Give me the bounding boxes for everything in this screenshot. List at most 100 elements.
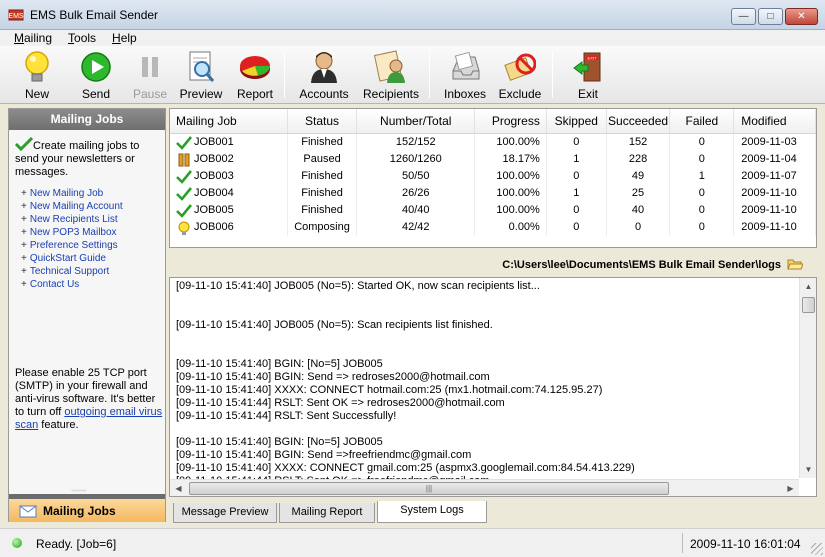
scroll-left-icon[interactable]: ◀ (170, 480, 187, 496)
tab-system-logs[interactable]: System Logs (377, 501, 487, 523)
cell-progress: 100.00% (475, 202, 547, 219)
status-datetime: 2009-11-10 16:01:04 (690, 537, 801, 551)
col-skipped[interactable]: Skipped (547, 109, 607, 133)
link-technical-support[interactable]: + Technical Support (21, 265, 123, 278)
scroll-up-icon[interactable]: ▲ (800, 278, 816, 295)
accounts-button[interactable]: Accounts (297, 48, 351, 102)
link-contact-us[interactable]: + Contact Us (21, 278, 123, 291)
app-logo-icon: EMS (8, 9, 24, 21)
col-status[interactable]: Status (288, 109, 358, 133)
exclude-button[interactable]: Exclude (496, 48, 544, 102)
envelope-icon (19, 505, 37, 517)
table-row[interactable]: JOB003 Finished 50/50 100.00% 0 49 1 2009-11-07 (170, 168, 816, 185)
cell-modified: 2009-11-10 (734, 202, 816, 219)
exit-door-icon: EXIT (571, 50, 605, 84)
link-new-mailing-account[interactable]: + New Mailing Account (21, 200, 123, 213)
panel-links: + New Mailing Job + New Mailing Account + N… (21, 187, 123, 291)
col-mailing-job[interactable]: Mailing Job (170, 109, 288, 133)
cell-progress: 100.00% (475, 168, 547, 185)
table-row[interactable]: JOB002 Paused 1260/1260 18.17% 1 228 0 2009-11-… (170, 151, 816, 168)
cell-status: Finished (288, 134, 358, 151)
scroll-down-icon[interactable]: ▼ (800, 461, 816, 478)
menu-help[interactable]: Help (104, 30, 145, 46)
tab-mailing-report[interactable]: Mailing Report (279, 503, 375, 523)
mailing-jobs-panel: Mailing Jobs Create mailing jobs to send… (8, 108, 166, 522)
cell-job-name: JOB003 (170, 168, 288, 185)
pause-button[interactable]: Pause (129, 48, 171, 102)
status-text: Ready. [Job=6] (36, 537, 117, 551)
cell-skipped: 1 (547, 185, 607, 202)
col-succeeded[interactable]: Succeeded (607, 109, 671, 133)
send-button[interactable]: Send (75, 48, 117, 102)
cell-job-name: JOB006 (170, 219, 288, 236)
link-new-recipients-list[interactable]: + New Recipients List (21, 213, 123, 226)
tab-message-preview[interactable]: Message Preview (173, 503, 277, 523)
cell-status: Finished (288, 202, 358, 219)
check-icon (176, 203, 192, 218)
new-button[interactable]: New (16, 48, 58, 102)
minimize-button[interactable]: — (731, 8, 756, 25)
firewall-note: Please enable 25 TCP port (SMTP) in your… (15, 367, 163, 431)
toolbar-separator (552, 52, 553, 98)
link-new-mailing-job[interactable]: + New Mailing Job (21, 187, 123, 200)
tab-strip: Message Preview Mailing Report System Lo… (169, 501, 817, 523)
vertical-scrollbar[interactable]: ▲ ▼ (799, 278, 816, 478)
log-path-bar: C:\Users\lee\Documents\EMS Bulk Email Se… (169, 254, 817, 276)
log-line: [09-11-10 15:41:40] XXXX: CONNECT gmail.… (176, 462, 635, 474)
scroll-thumb[interactable] (802, 297, 815, 313)
mailing-jobs-table: Mailing Job Status Number/Total Progress… (169, 108, 817, 248)
cell-skipped: 0 (547, 168, 607, 185)
menu-mailing[interactable]: Mailing (6, 30, 60, 46)
cell-skipped: 0 (547, 202, 607, 219)
cell-status: Finished (288, 185, 358, 202)
exit-button[interactable]: EXIT Exit (568, 48, 608, 102)
cell-succeeded: 152 (607, 134, 671, 151)
recipients-button[interactable]: Recipients (360, 48, 422, 102)
status-bar: Ready. [Job=6] 2009-11-10 16:01:04 (0, 528, 825, 557)
system-log-panel[interactable]: [09-11-10 15:41:40] JOB005 (No=5): Start… (169, 277, 817, 497)
log-line: [09-11-10 15:41:40] BGIN: [No=5] JOB005 (176, 358, 383, 370)
inboxes-button[interactable]: Inboxes (441, 48, 489, 102)
table-row[interactable]: JOB004 Finished 26/26 100.00% 1 25 0 2009-11-10 (170, 185, 816, 202)
link-quickstart-guide[interactable]: + QuickStart Guide (21, 252, 123, 265)
cell-succeeded: 49 (607, 168, 671, 185)
preview-button[interactable]: Preview (178, 48, 224, 102)
table-row[interactable]: JOB005 Finished 40/40 100.00% 0 40 0 2009-11-10 (170, 202, 816, 219)
check-icon (14, 136, 34, 152)
col-number-total[interactable]: Number/Total (357, 109, 476, 133)
report-button[interactable]: Report (233, 48, 277, 102)
menu-tools[interactable]: Tools (60, 30, 104, 46)
svg-text:EMS: EMS (8, 13, 24, 20)
menu-bar: Mailing Tools Help (0, 30, 825, 46)
link-preference-settings[interactable]: + Preference Settings (21, 239, 123, 252)
mailing-jobs-nav-button[interactable]: Mailing Jobs (9, 499, 165, 522)
window-title: EMS Bulk Email Sender (30, 8, 159, 22)
link-new-pop3-mailbox[interactable]: + New POP3 Mailbox (21, 226, 123, 239)
contacts-icon (374, 50, 408, 84)
open-folder-icon[interactable] (787, 257, 803, 271)
title-bar: EMS EMS Bulk Email Sender — □ ✕ (0, 0, 825, 30)
table-row[interactable]: JOB001 Finished 152/152 100.00% 0 152 0 2009-11… (170, 134, 816, 151)
scroll-right-icon[interactable]: ▶ (782, 480, 799, 496)
cell-succeeded: 0 (607, 219, 671, 236)
close-button[interactable]: ✕ (785, 8, 818, 25)
cell-succeeded: 40 (607, 202, 671, 219)
maximize-button[interactable]: □ (758, 8, 783, 25)
col-progress[interactable]: Progress (475, 109, 547, 133)
cell-number-total: 1260/1260 (357, 151, 476, 168)
log-line: [09-11-10 15:41:44] RSLT: Sent OK => red… (176, 397, 505, 409)
col-failed[interactable]: Failed (670, 109, 735, 133)
table-row[interactable]: JOB006 Composing 42/42 0.00% 0 0 0 2009-11-10 (170, 219, 816, 236)
cell-progress: 18.17% (475, 151, 547, 168)
cell-failed: 0 (670, 134, 735, 151)
pause-icon (176, 153, 192, 167)
col-modified[interactable]: Modified (734, 109, 816, 133)
log-text: [09-11-10 15:41:40] JOB005 (No=5): Start… (176, 280, 800, 496)
resize-grip-icon[interactable] (811, 543, 823, 555)
bulb-icon (176, 221, 192, 235)
scroll-thumb[interactable]: ||| (189, 482, 669, 495)
svg-text:EXIT: EXIT (588, 56, 597, 61)
log-line: [09-11-10 15:41:40] XXXX: CONNECT hotmai… (176, 384, 603, 396)
cell-skipped: 0 (547, 134, 607, 151)
horizontal-scrollbar[interactable]: ◀ ||| ▶ (170, 479, 799, 496)
